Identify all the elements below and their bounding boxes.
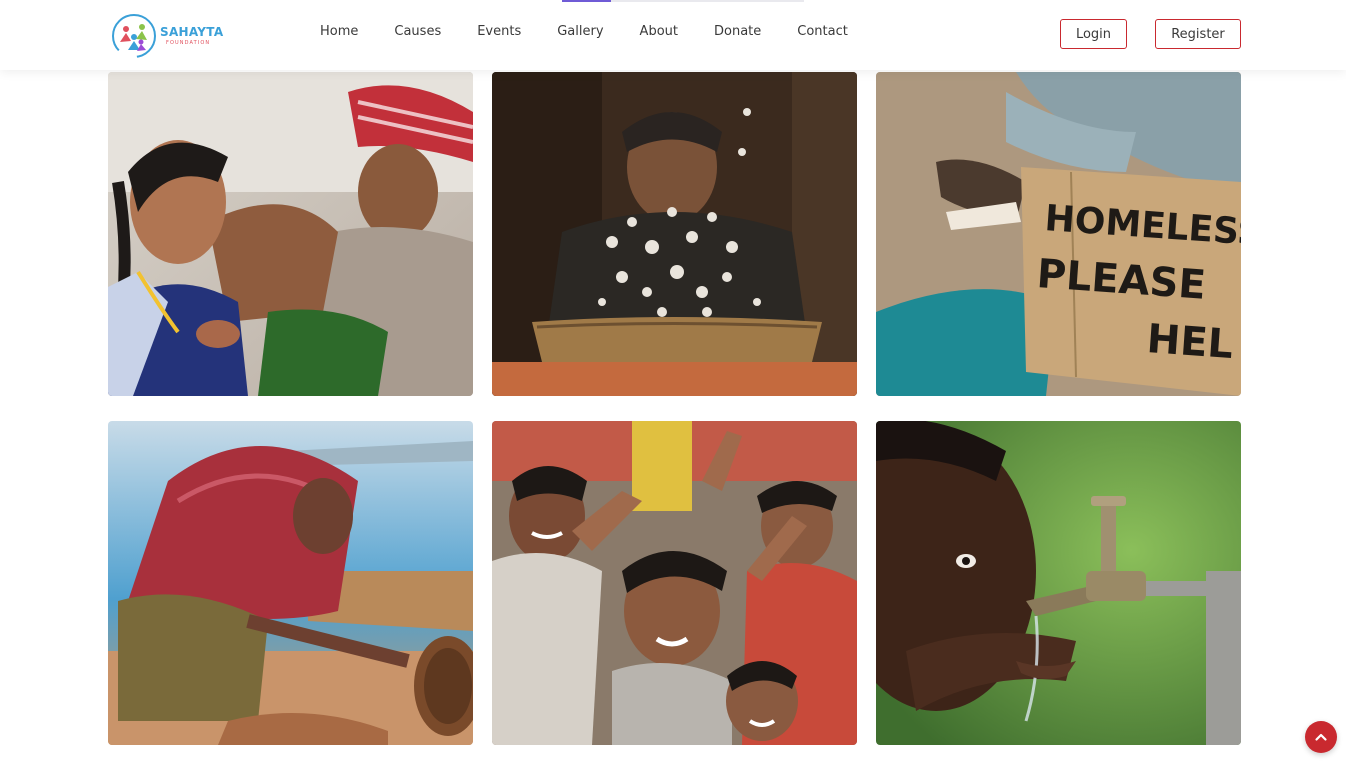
woman-winnowing-cotton-photo — [492, 72, 857, 396]
main-nav: Home Causes Events Gallery About Donate … — [320, 24, 848, 39]
gallery-image-homeless-sign[interactable]: HOMELESS PLEASE HEL — [876, 72, 1241, 396]
gallery-image-smiling-children[interactable] — [492, 421, 857, 745]
back-to-top-button[interactable] — [1305, 721, 1337, 753]
child-drinking-from-tap-photo — [876, 421, 1241, 745]
smiling-children-photo — [492, 421, 857, 745]
nav-item-about[interactable]: About — [640, 24, 678, 39]
svg-text:HEL: HEL — [1145, 316, 1234, 368]
nav-item-events[interactable]: Events — [477, 24, 521, 39]
homeless-please-help-sign-photo: HOMELESS PLEASE HEL — [876, 72, 1241, 396]
nav-item-home[interactable]: Home — [320, 24, 358, 39]
login-button[interactable]: Login — [1060, 19, 1127, 49]
top-navbar: SAHAYTA FOUNDATION Home Causes Events Ga… — [0, 0, 1346, 70]
brand-text: SAHAYTA FOUNDATION — [160, 26, 223, 46]
register-button[interactable]: Register — [1155, 19, 1241, 49]
brand-name: SAHAYTA — [160, 25, 224, 39]
gallery-image-woman-cotton[interactable] — [492, 72, 857, 396]
gallery-image-girl-with-man[interactable] — [108, 72, 473, 396]
nav-item-gallery[interactable]: Gallery — [557, 24, 603, 39]
nav-active-indicator — [562, 0, 611, 2]
girl-with-man-photo — [108, 72, 473, 396]
nav-item-causes[interactable]: Causes — [394, 24, 441, 39]
brand-tagline: FOUNDATION — [166, 40, 211, 46]
nav-item-contact[interactable]: Contact — [797, 24, 848, 39]
girl-in-red-scarf-photo — [108, 421, 473, 745]
brand-logo[interactable]: SAHAYTA FOUNDATION — [110, 12, 230, 60]
people-star-logo-icon — [111, 13, 157, 59]
chevron-up-icon — [1315, 733, 1327, 741]
nav-item-donate[interactable]: Donate — [714, 24, 761, 39]
gallery-image-girl-red-scarf[interactable] — [108, 421, 473, 745]
gallery-image-child-tap[interactable] — [876, 421, 1241, 745]
